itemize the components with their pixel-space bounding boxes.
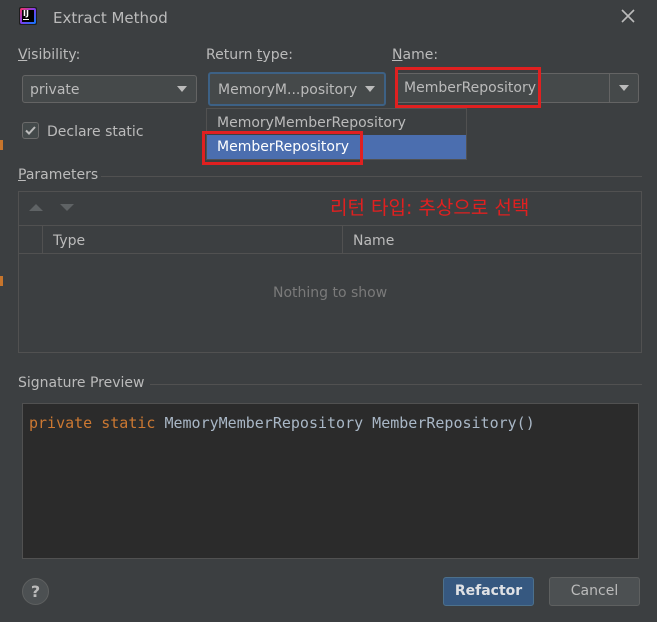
declare-static-label: Declare static: [47, 124, 144, 140]
check-icon: [25, 126, 36, 135]
edge-mark: [0, 140, 3, 150]
visibility-label: Visibility:: [18, 47, 81, 63]
name-highlight-box: [395, 67, 541, 108]
edge-mark: [0, 276, 3, 286]
parameters-label: Parameters: [18, 167, 99, 183]
return-type-value: MemoryM...pository: [218, 82, 358, 98]
parameters-table-header: Type Name: [19, 225, 641, 254]
parameters-separator: [101, 176, 642, 177]
visibility-dropdown[interactable]: private: [22, 75, 197, 103]
visibility-value: private: [30, 82, 80, 98]
move-down-icon[interactable]: [60, 204, 74, 211]
app-icon-text: IJ: [23, 9, 29, 18]
annotation-text: 리턴 타입: 추상으로 선택: [330, 197, 530, 219]
move-up-icon[interactable]: [29, 204, 43, 211]
signature-code: private static MemoryMemberRepository Me…: [29, 414, 535, 432]
intellij-logo-icon: IJ: [19, 7, 37, 25]
close-icon[interactable]: [618, 6, 638, 26]
column-header-name[interactable]: Name: [353, 233, 394, 249]
column-header-type[interactable]: Type: [53, 233, 85, 249]
signature-preview-label: Signature Preview: [18, 375, 145, 391]
chevron-down-icon: [619, 85, 629, 91]
empty-table-text: Nothing to show: [273, 285, 388, 301]
dialog-title: Extract Method: [53, 9, 168, 27]
cancel-button[interactable]: Cancel: [549, 577, 640, 606]
chevron-down-icon: [177, 86, 187, 92]
return-type-label: Return type:: [206, 47, 293, 63]
chevron-down-icon: [365, 86, 375, 92]
help-icon: ?: [30, 582, 41, 601]
name-label: Name:: [392, 47, 439, 63]
option-highlight-box: [202, 131, 363, 165]
declare-static-checkbox[interactable]: [22, 122, 39, 139]
return-type-dropdown[interactable]: MemoryM...pository: [208, 72, 386, 106]
refactor-button[interactable]: Refactor: [443, 577, 534, 606]
signature-separator: [150, 384, 642, 385]
signature-preview-box: private static MemoryMemberRepository Me…: [22, 403, 639, 559]
help-button[interactable]: ?: [22, 578, 49, 605]
title-bar: IJ Extract Method: [0, 0, 657, 36]
